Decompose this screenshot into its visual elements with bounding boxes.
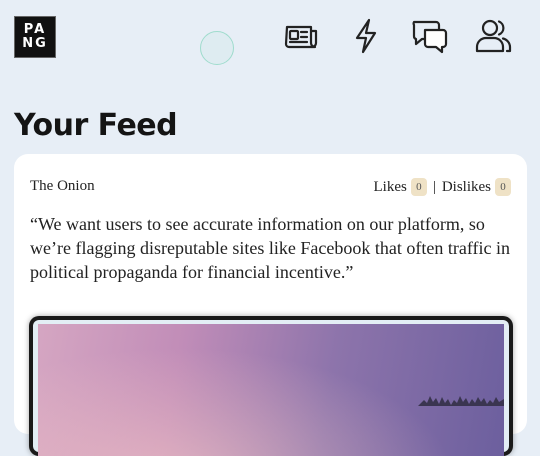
logo-text-line1: PA (23, 22, 47, 37)
focus-indicator (200, 31, 234, 65)
dislikes-label[interactable]: Dislikes (442, 179, 491, 196)
chat-bubbles-icon[interactable] (409, 16, 449, 56)
card-media-frame[interactable] (29, 316, 513, 456)
people-icon[interactable] (473, 16, 513, 56)
reactions-bar: Likes 0 | Dislikes 0 (373, 178, 511, 196)
newspaper-icon[interactable] (281, 16, 321, 56)
app-logo[interactable]: PA NG (14, 16, 56, 58)
feed-card[interactable]: The Onion Likes 0 | Dislikes 0 “We want … (14, 154, 527, 456)
lightning-icon[interactable] (346, 16, 386, 56)
dislikes-count-badge: 0 (495, 178, 511, 196)
card-source: The Onion (30, 178, 95, 194)
treeline-silhouette (418, 396, 504, 406)
likes-count-badge: 0 (410, 178, 427, 196)
logo-text-line2: NG (22, 36, 48, 51)
page-title: Your Feed (14, 108, 178, 143)
card-media-image (38, 324, 504, 456)
card-quote: “We want users to see accurate informati… (30, 214, 511, 282)
reactions-separator: | (432, 178, 436, 195)
likes-label[interactable]: Likes (373, 179, 406, 196)
